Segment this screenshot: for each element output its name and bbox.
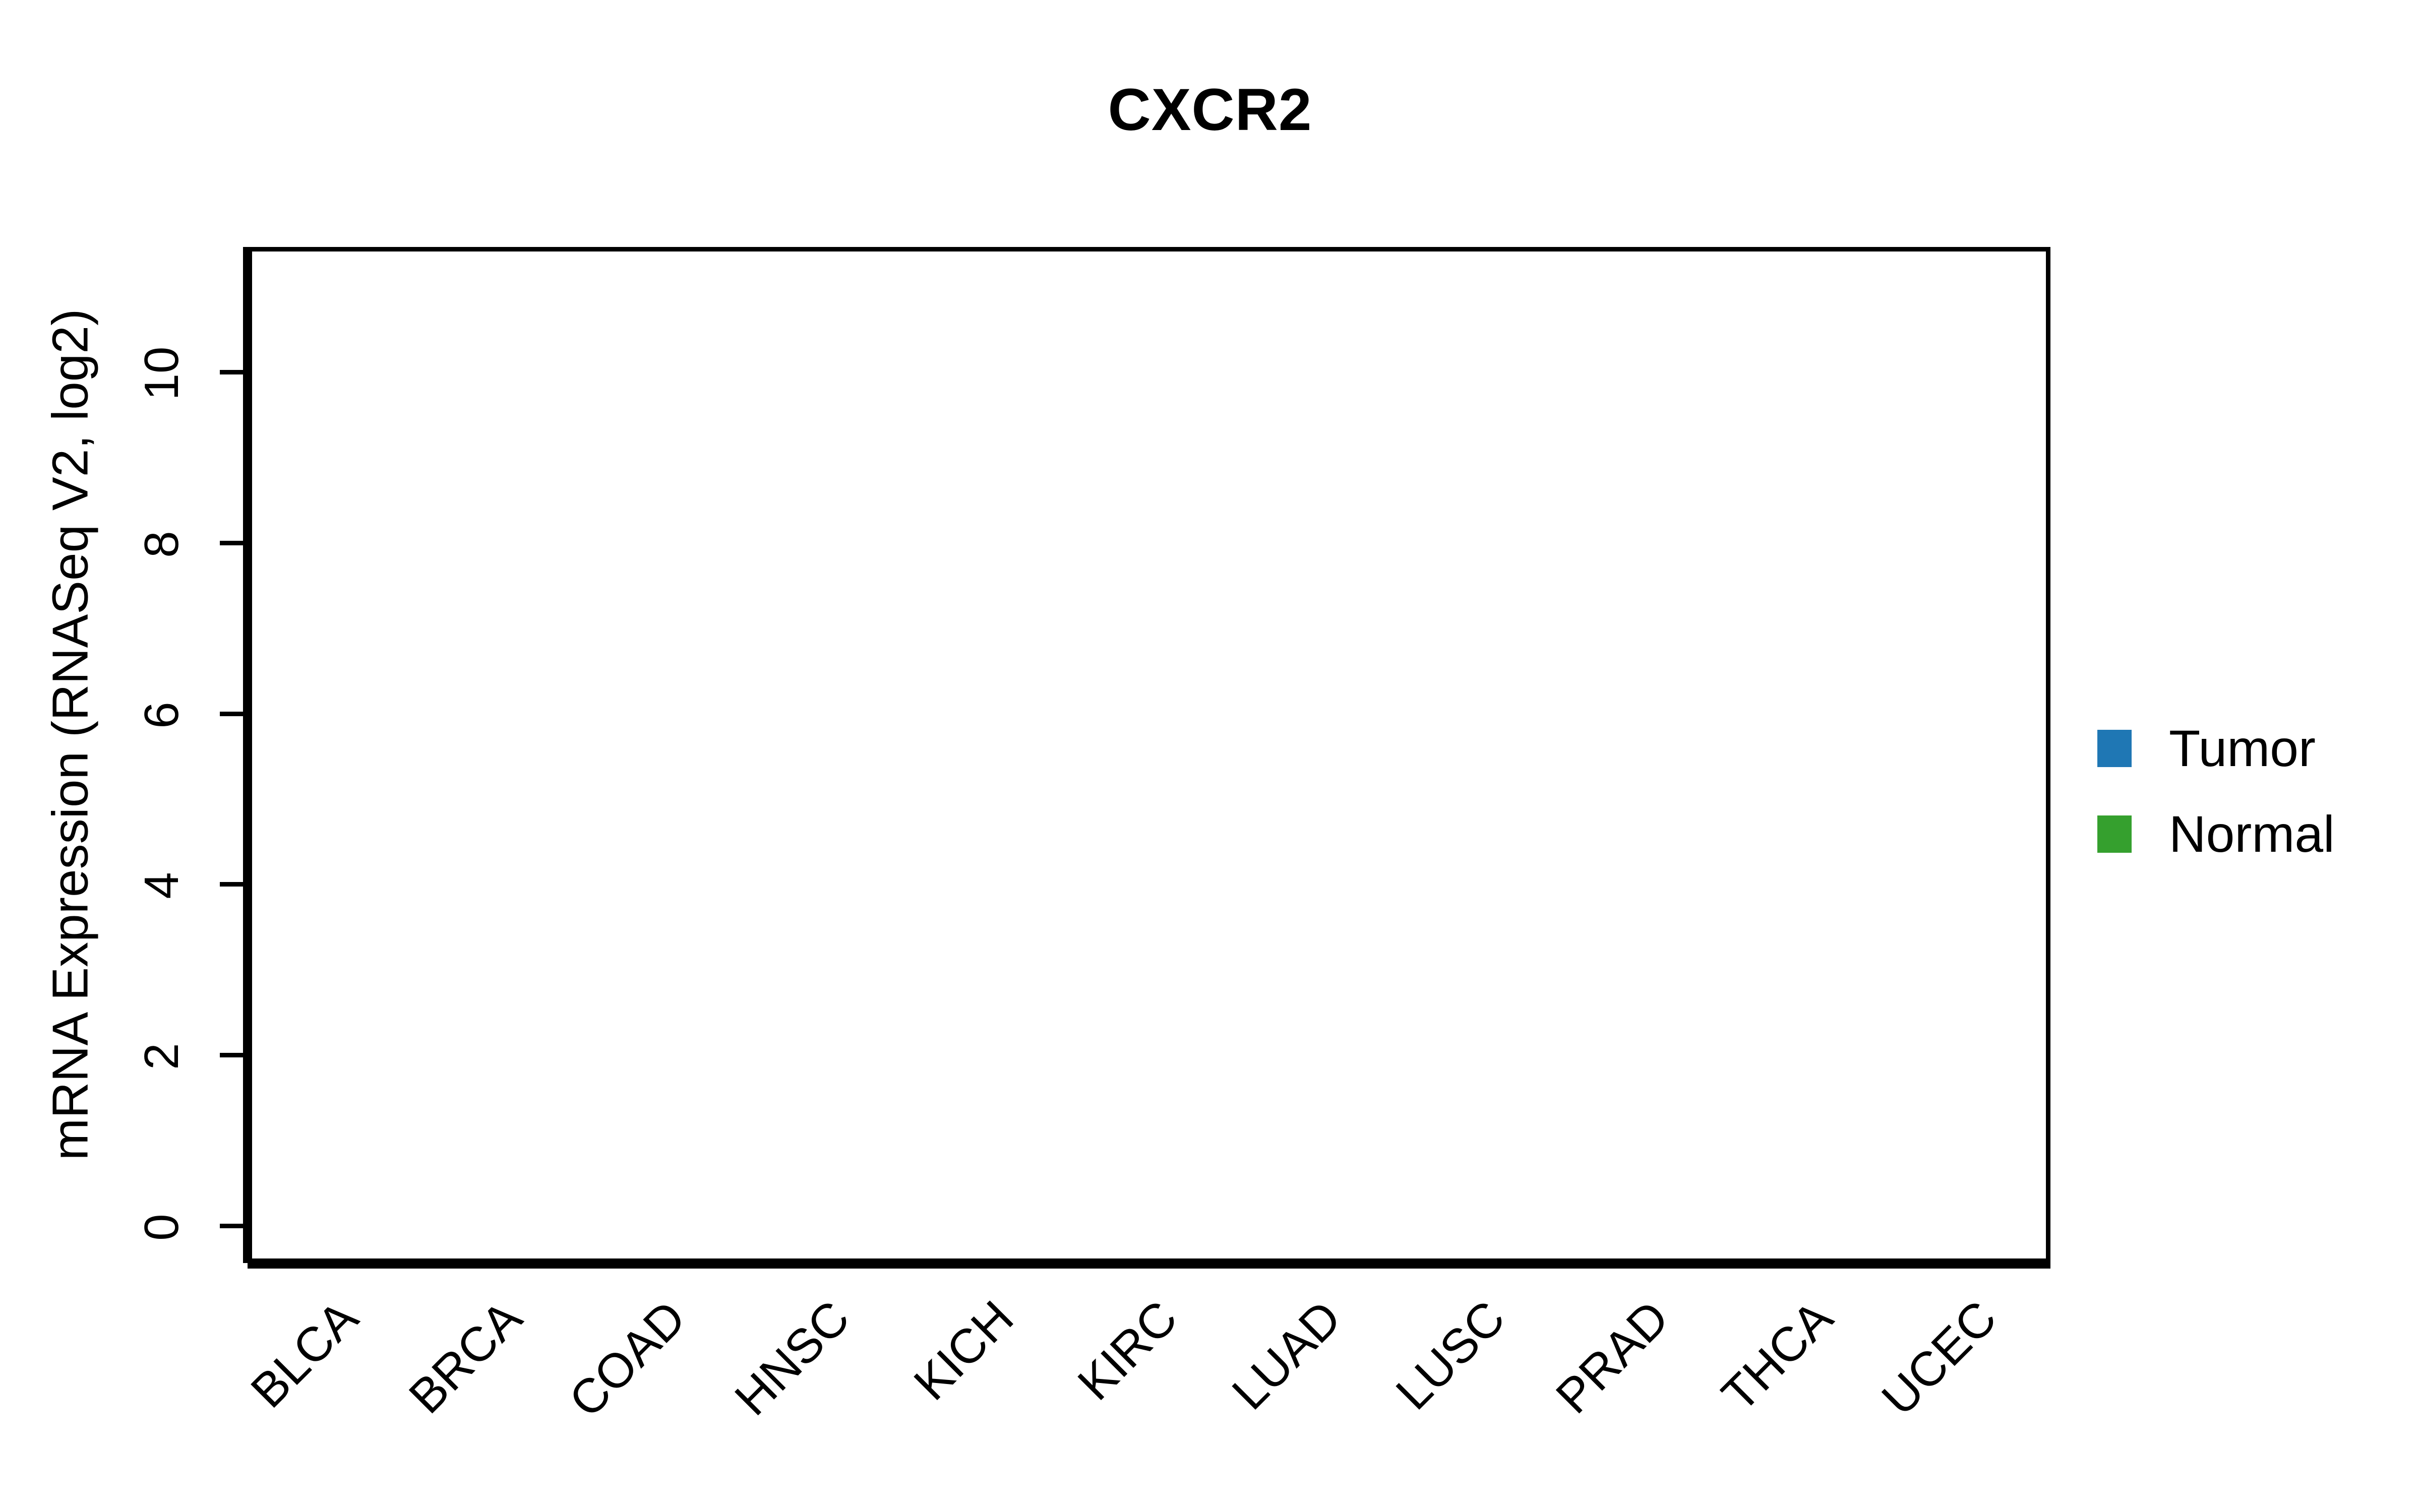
y-axis-tick-label: 2 bbox=[135, 1043, 189, 1070]
legend: Tumor Normal bbox=[2097, 706, 2335, 877]
y-axis-tick bbox=[220, 1053, 243, 1058]
y-axis-tick bbox=[220, 711, 243, 716]
y-axis-tick-label: 0 bbox=[135, 1214, 189, 1241]
y-axis-tick-label: 4 bbox=[135, 872, 189, 900]
x-axis-tick-label-ucec: UCEC bbox=[1871, 1290, 2007, 1426]
legend-swatch-tumor bbox=[2097, 730, 2132, 767]
y-axis-tick-label: 6 bbox=[135, 701, 189, 729]
x-axis-tick-label-lusc: LUSC bbox=[1385, 1290, 1516, 1420]
x-axis-tick-label-blca: BLCA bbox=[240, 1290, 368, 1418]
y-axis-tick bbox=[220, 370, 243, 374]
chart-title: CXCR2 bbox=[1108, 77, 1312, 143]
x-axis-line bbox=[248, 1263, 2050, 1269]
y-axis-tick bbox=[220, 1224, 243, 1228]
y-axis-tick-label: 10 bbox=[135, 346, 189, 401]
legend-item-tumor[interactable]: Tumor bbox=[2097, 706, 2335, 791]
y-axis-line bbox=[243, 247, 248, 1263]
legend-swatch-normal bbox=[2097, 815, 2132, 853]
legend-label-normal: Normal bbox=[2169, 805, 2335, 863]
x-axis-tick-label-kirc: KIRC bbox=[1067, 1290, 1188, 1411]
x-axis-tick-label-prad: PRAD bbox=[1546, 1290, 1679, 1424]
plot-frame bbox=[248, 247, 2050, 1263]
chart-root: CXCR2 mRNA Expression (RNASeq V2, log2) … bbox=[0, 0, 2420, 1512]
y-axis-title: mRNA Expression (RNASeq V2, log2) bbox=[42, 308, 99, 1161]
x-axis-tick-label-brca: BRCA bbox=[398, 1290, 532, 1424]
plot-area bbox=[248, 247, 2050, 1263]
y-axis-tick bbox=[220, 540, 243, 545]
legend-label-tumor: Tumor bbox=[2169, 720, 2316, 777]
legend-item-normal[interactable]: Normal bbox=[2097, 791, 2335, 877]
x-axis-tick-label-kich: KICH bbox=[903, 1290, 1024, 1411]
y-axis-tick-label: 8 bbox=[135, 531, 189, 558]
x-axis-tick-label-coad: COAD bbox=[559, 1290, 696, 1428]
x-axis-tick-label-hnsc: HNSC bbox=[724, 1290, 860, 1426]
y-axis-tick bbox=[220, 882, 243, 887]
x-axis-tick-label-thca: THCA bbox=[1712, 1290, 1843, 1422]
x-axis-tick-label-luad: LUAD bbox=[1222, 1290, 1352, 1420]
